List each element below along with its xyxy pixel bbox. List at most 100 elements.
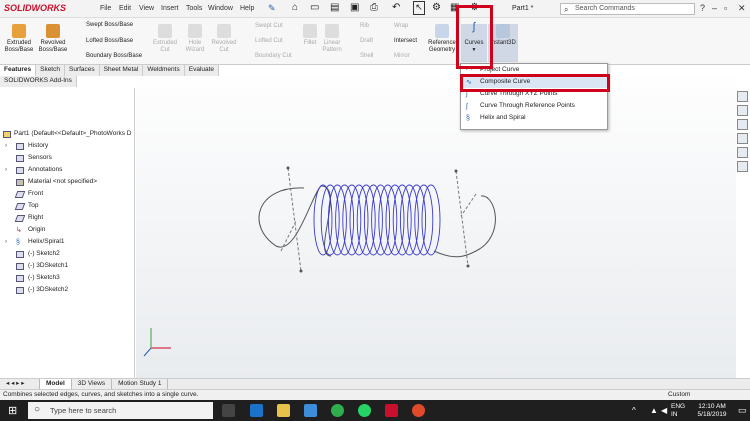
tree-item-origin[interactable]: ↳ Origin	[0, 224, 134, 236]
tree-item-helix[interactable]: › § Helix/Spiral1	[0, 236, 134, 248]
rebuild-icon[interactable]: ⚙	[432, 2, 441, 13]
windows-start-icon[interactable]: ⊞	[8, 404, 17, 417]
solidworks-resources-icon[interactable]	[737, 91, 748, 102]
tree-item-right-plane[interactable]: Right	[0, 212, 134, 224]
pin-icon[interactable]: ✎	[268, 3, 276, 14]
home-icon[interactable]: ⌂	[292, 2, 298, 13]
tab-3d-views[interactable]: 3D Views	[72, 379, 113, 389]
wrap-button[interactable]: Wrap	[384, 23, 408, 30]
minimize-icon[interactable]: –	[712, 3, 717, 13]
hole-wizard-button[interactable]: Hole Wizard	[181, 24, 209, 54]
wrap-label: Wrap	[394, 23, 409, 29]
lofted-boss-button[interactable]: Lofted Boss/Base	[72, 38, 133, 45]
tree-item-3dsketch2[interactable]: (-) 3DSketch2	[0, 284, 134, 296]
tab-sheet-metal[interactable]: Sheet Metal	[99, 65, 144, 76]
menu-file[interactable]: File	[100, 5, 111, 12]
save-icon[interactable]: ▣	[350, 2, 359, 13]
linear-pattern-button[interactable]: Linear Pattern	[320, 24, 344, 54]
design-library-icon[interactable]	[737, 105, 748, 116]
taskbar-search-field[interactable]: ○ Type here to search	[28, 402, 213, 419]
shell-button[interactable]: Shell	[350, 53, 373, 60]
tree-item-sketch3[interactable]: (-) Sketch3	[0, 272, 134, 284]
tab-model[interactable]: Model	[40, 379, 72, 389]
file-explorer-icon[interactable]	[737, 119, 748, 130]
menu-window[interactable]: Window	[208, 5, 233, 12]
tab-weldments[interactable]: Weldments	[143, 65, 185, 76]
menu-help[interactable]: Help	[240, 5, 254, 12]
file-explorer-icon[interactable]	[277, 404, 290, 417]
tab-features[interactable]: Features	[0, 65, 37, 76]
chrome-icon[interactable]	[331, 404, 344, 417]
expand-icon[interactable]: ›	[5, 164, 7, 176]
boundary-boss-button[interactable]: Boundary Boss/Base	[72, 53, 142, 60]
solidworks-taskbar-icon[interactable]	[385, 404, 398, 417]
expand-icon[interactable]: ›	[5, 236, 7, 248]
menu-item-helix-spiral[interactable]: § Helix and Spiral	[461, 112, 607, 124]
view-palette-icon[interactable]	[737, 133, 748, 144]
edge-browser-icon[interactable]	[250, 404, 263, 417]
fillet-button[interactable]: Fillet	[300, 24, 320, 47]
helix-turn	[378, 184, 398, 256]
open-icon[interactable]: ▤	[330, 2, 339, 13]
tree-item-part[interactable]: Part1 (Default<<Default>_PhotoWorks D	[0, 128, 134, 140]
menu-edit[interactable]: Edit	[119, 5, 131, 12]
store-icon[interactable]	[304, 404, 317, 417]
tree-item-front-plane[interactable]: Front	[0, 188, 134, 200]
whatsapp-icon[interactable]	[358, 404, 371, 417]
tab-motion-study[interactable]: Motion Study 1	[112, 379, 169, 389]
tree-item-material[interactable]: Material <not specified>	[0, 176, 134, 188]
clock[interactable]: 12:10 AM 5/18/2019	[692, 403, 732, 419]
tree-item-label: Helix/Spiral1	[28, 238, 65, 245]
mirror-button[interactable]: Mirror	[384, 53, 410, 60]
restore-icon[interactable]: ▫	[724, 3, 727, 13]
rib-button[interactable]: Rib	[350, 23, 369, 30]
print-icon[interactable]: ⎙	[370, 2, 378, 13]
menu-insert[interactable]: Insert	[161, 5, 179, 12]
tab-addins[interactable]: SOLIDWORKS Add-Ins	[0, 76, 77, 87]
extruded-cut-button[interactable]: Extruded Cut	[150, 24, 180, 54]
language-indicator[interactable]: ENG IN	[671, 403, 685, 419]
windows-taskbar: ⊞ ○ Type here to search ^ ▲ ◀ ENG IN 12:…	[0, 400, 750, 421]
expand-icon[interactable]: ›	[5, 140, 7, 152]
lofted-cut-button[interactable]: Lofted Cut	[243, 38, 283, 45]
tree-item-sketch2[interactable]: (-) Sketch2	[0, 248, 134, 260]
notifications-icon[interactable]: ▭	[738, 405, 747, 416]
new-document-icon[interactable]: ▭	[310, 2, 319, 13]
tab-evaluate[interactable]: Evaluate	[184, 65, 220, 76]
tree-item-sensors[interactable]: Sensors	[0, 152, 134, 164]
tree-item-3dsketch1[interactable]: (-) 3DSketch1	[0, 260, 134, 272]
search-commands-field[interactable]: ⌕ Search Commands	[560, 3, 695, 15]
revolved-boss-button[interactable]: Revolved Boss/Base	[37, 24, 69, 54]
select-icon[interactable]: ↖	[413, 1, 425, 15]
swept-boss-button[interactable]: Swept Boss/Base	[72, 22, 133, 29]
boundary-cut-button[interactable]: Boundary Cut	[243, 53, 292, 60]
task-view-icon[interactable]	[222, 404, 235, 417]
reference-geometry-button[interactable]: Reference Geometry	[427, 24, 457, 54]
appearances-icon[interactable]	[737, 147, 748, 158]
menu-view[interactable]: View	[139, 5, 154, 12]
tree-item-annotations[interactable]: › Annotations	[0, 164, 134, 176]
help-icon[interactable]: ?	[700, 3, 705, 13]
undo-icon[interactable]: ↶	[392, 2, 400, 13]
close-icon[interactable]: ✕	[738, 3, 746, 14]
sketch-icon	[16, 275, 24, 282]
tab-surfaces[interactable]: Surfaces	[64, 65, 100, 76]
revolved-cut-button[interactable]: Revolved Cut	[210, 24, 238, 54]
menu-item-curve-reference-points[interactable]: ∫ Curve Through Reference Points	[461, 100, 607, 112]
intersect-button[interactable]: Intersect	[384, 38, 417, 45]
tray-chevron-icon[interactable]: ^	[632, 406, 636, 415]
extruded-boss-button[interactable]: Extruded Boss/Base	[3, 24, 35, 54]
chrome-canary-icon[interactable]	[412, 404, 425, 417]
tree-item-history[interactable]: › History	[0, 140, 134, 152]
units-select[interactable]: Custom	[668, 391, 690, 398]
tab-scroll-controls[interactable]: ◂ ◂ ▸ ▸	[0, 379, 40, 389]
menu-tools[interactable]: Tools	[186, 5, 202, 12]
volume-icon[interactable]: ◀	[661, 406, 667, 415]
graphics-area[interactable]	[136, 76, 736, 378]
draft-button[interactable]: Draft	[350, 38, 373, 45]
custom-properties-icon[interactable]	[737, 161, 748, 172]
network-icon[interactable]: ▲	[650, 406, 658, 415]
tree-item-top-plane[interactable]: Top	[0, 200, 134, 212]
swept-cut-button[interactable]: Swept Cut	[243, 23, 283, 30]
tab-sketch[interactable]: Sketch	[36, 65, 65, 76]
